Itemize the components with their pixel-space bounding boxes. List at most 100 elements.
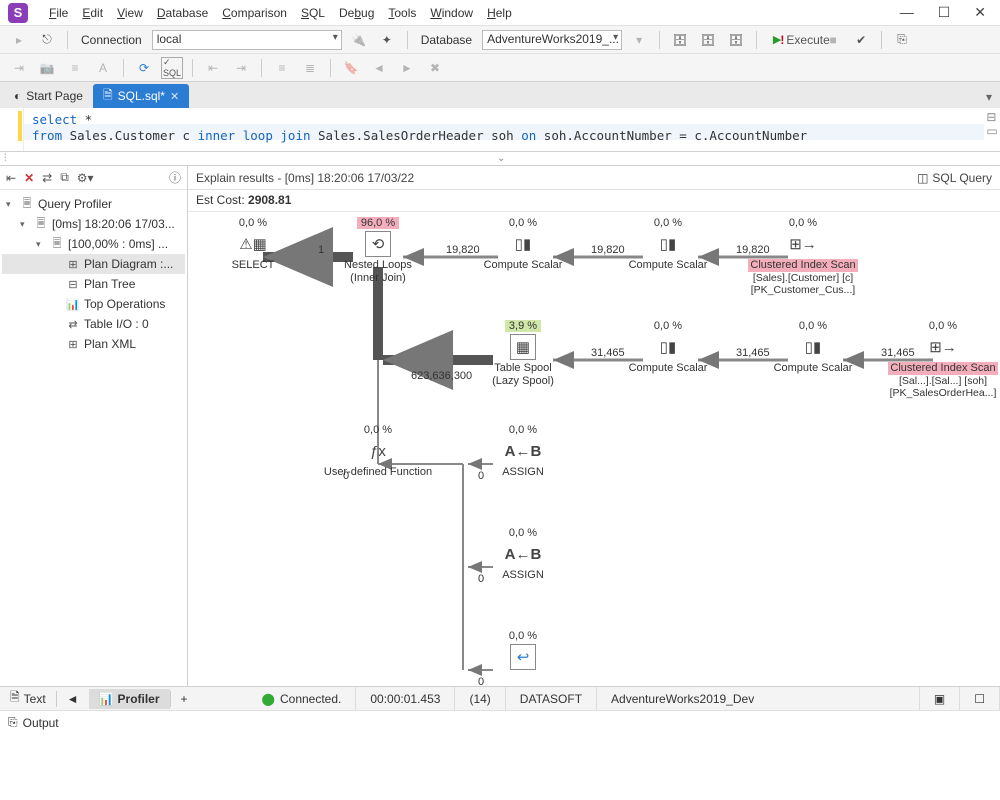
tab-text[interactable]: 🗎Text <box>0 685 56 712</box>
menu-sql[interactable]: SQL <box>294 4 332 22</box>
index-scan-icon: ⊞→ <box>930 334 956 360</box>
plug-icon[interactable]: 🔌 <box>348 29 370 51</box>
menu-help[interactable]: Help <box>480 4 519 22</box>
collapse-icon[interactable]: ⇤ <box>6 171 16 185</box>
menu-file[interactable]: File <box>42 4 75 22</box>
play-icon[interactable]: ▶ <box>766 29 788 51</box>
plan-node-assign-1[interactable]: 0,0 % A←B ASSIGN <box>468 424 578 479</box>
window-minimize-icon[interactable]: — <box>900 4 914 21</box>
assign-icon: A←B <box>510 541 536 567</box>
tool-extra-icon[interactable]: ⎘ <box>891 29 913 51</box>
return-icon: ↩ <box>510 644 536 670</box>
execute-button[interactable]: !Execute <box>794 29 816 51</box>
tab-prev[interactable]: ◄ <box>57 689 89 709</box>
bookmark-clear-icon[interactable]: ✖ <box>424 57 446 79</box>
db-dropdown-icon[interactable]: ▾ <box>628 29 650 51</box>
refresh-icon[interactable]: ⟳ <box>133 57 155 79</box>
plan-node-compute-scalar-1[interactable]: 0,0 % ▯▮ Compute Scalar <box>468 217 578 272</box>
stop-icon[interactable]: ■ <box>822 29 844 51</box>
sql-query-button[interactable]: ◫SQL Query <box>917 171 992 185</box>
delete-icon[interactable]: ✕ <box>24 171 34 185</box>
tree-session[interactable]: ▾🗏[0ms] 18:20:06 17/03... <box>2 214 185 234</box>
plan-canvas[interactable]: 0,0 % ⚠▦ SELECT 1 96,0 % ⟲ Nested Loops … <box>188 212 1000 686</box>
unplug-icon[interactable]: ✦ <box>376 29 398 51</box>
menu-database[interactable]: Database <box>150 4 215 22</box>
new-query-icon[interactable]: ▸ <box>8 29 30 51</box>
indent-icon[interactable]: ⇥ <box>8 57 30 79</box>
menu-window[interactable]: Window <box>423 4 480 22</box>
plan-node-cix-scan-1[interactable]: 0,0 % ⊞→ Clustered Index Scan [Sales].[C… <box>748 217 858 296</box>
camera-icon[interactable]: 📷 <box>36 57 58 79</box>
menu-debug[interactable]: Debug <box>332 4 381 22</box>
tree-plan-tree[interactable]: ⊟Plan Tree <box>2 274 185 294</box>
plan-node-assign-2[interactable]: 0,0 % A←B ASSIGN <box>468 527 578 582</box>
indent2-icon[interactable]: ⇥ <box>230 57 252 79</box>
tree-plan-diagram[interactable]: ⊞Plan Diagram :... <box>2 254 185 274</box>
output-icon: ⎘ <box>8 715 18 730</box>
tab-overflow-icon[interactable]: ▾ <box>978 86 1000 108</box>
plan-node-compute-scalar-4[interactable]: 0,0 % ▯▮ Compute Scalar <box>758 320 868 375</box>
outdent-icon[interactable]: ⇤ <box>202 57 224 79</box>
fold-strip[interactable]: ⊟▭ <box>984 108 1000 151</box>
collapse-up-icon[interactable]: ⌄ <box>497 153 505 164</box>
tree-plan-xml[interactable]: ⊞Plan XML <box>2 334 185 354</box>
plan-node-return[interactable]: 0,0 % ↩ <box>468 630 578 672</box>
open-icon[interactable]: ⎋ <box>36 29 58 51</box>
close-icon[interactable]: ✕ <box>170 90 179 103</box>
sql-check-icon[interactable]: ✓SQL <box>161 57 183 79</box>
db-icon-1[interactable]: 🗄 <box>669 29 691 51</box>
database-combo[interactable]: AdventureWorks2019_... <box>482 30 622 50</box>
align-icon[interactable]: ≡ <box>64 57 86 79</box>
tree-table-io[interactable]: ⇄Table I/O : 0 <box>2 314 185 334</box>
tree-top-ops[interactable]: 📊Top Operations <box>2 294 185 314</box>
tab-start-page[interactable]: ◐ Start Page <box>4 84 93 108</box>
window-close-icon[interactable]: ✕ <box>974 4 986 21</box>
bookmark-prev-icon[interactable]: ◄ <box>368 57 390 79</box>
layout-icon-1[interactable]: ▣ <box>934 692 945 706</box>
profiler-tree[interactable]: ▾🗏Query Profiler ▾🗏[0ms] 18:20:06 17/03.… <box>0 190 187 686</box>
tree-root[interactable]: ▾🗏Query Profiler <box>2 194 185 214</box>
tab-add[interactable]: + <box>171 689 198 709</box>
plan-node-select[interactable]: 0,0 % ⚠▦ SELECT <box>198 217 308 272</box>
compute-scalar-icon: ▯▮ <box>800 334 826 360</box>
bookmark-icon[interactable]: 🔖 <box>340 57 362 79</box>
menu-view[interactable]: View <box>110 4 150 22</box>
menu-edit[interactable]: Edit <box>75 4 110 22</box>
list-icon[interactable]: ≡ <box>271 57 293 79</box>
tab-label: Start Page <box>26 89 83 103</box>
db-icon-2[interactable]: 🗄 <box>697 29 719 51</box>
compare-icon[interactable]: ⇄ <box>42 171 52 185</box>
plan-node-compute-scalar-3[interactable]: 0,0 % ▯▮ Compute Scalar <box>613 320 723 375</box>
database-label: Database <box>421 33 472 47</box>
index-scan-icon: ⊞→ <box>790 231 816 257</box>
tree-run[interactable]: ▾🗏[100,00% : 0ms] ... <box>2 234 185 254</box>
compute-scalar-icon: ▯▮ <box>655 334 681 360</box>
history-icon[interactable]: ⧉ <box>60 170 69 185</box>
plan-node-cix-scan-2[interactable]: 0,0 % ⊞→ Clustered Index Scan [Sal...].[… <box>888 320 998 399</box>
plan-node-compute-scalar-2[interactable]: 0,0 % ▯▮ Compute Scalar <box>613 217 723 272</box>
info-icon[interactable]: ⓘ <box>169 169 181 186</box>
menu-comparison[interactable]: Comparison <box>215 4 294 22</box>
output-bar[interactable]: ⎘ Output <box>0 710 1000 734</box>
plan-node-table-spool[interactable]: 3,9 % ▦ Table Spool (Lazy Spool) <box>468 320 578 388</box>
menu-tools[interactable]: Tools <box>381 4 423 22</box>
nested-loops-icon: ⟲ <box>365 231 391 257</box>
plan-node-nested-loops[interactable]: 96,0 % ⟲ Nested Loops (Inner Join) <box>323 217 433 285</box>
connection-combo[interactable]: local <box>152 30 342 50</box>
db-icon-3[interactable]: 🗄 <box>725 29 747 51</box>
splitter-handle-icon[interactable]: ⫶ <box>4 153 7 164</box>
tab-profiler[interactable]: 📊Profiler <box>89 689 170 709</box>
font-icon[interactable]: A <box>92 57 114 79</box>
window-maximize-icon[interactable]: ☐ <box>938 4 951 21</box>
editor-text[interactable]: select * from Sales.Customer c inner loo… <box>24 108 984 151</box>
bookmark-next-icon[interactable]: ► <box>396 57 418 79</box>
list2-icon[interactable]: ≣ <box>299 57 321 79</box>
profiler-icon: 📊 <box>99 692 114 706</box>
tab-sql-file[interactable]: 🗎 SQL.sql* ✕ <box>93 84 189 108</box>
sql-editor[interactable]: select * from Sales.Customer c inner loo… <box>0 108 1000 152</box>
settings-icon[interactable]: ⚙▾ <box>77 171 94 185</box>
status-connected: Connected. <box>280 692 341 706</box>
commit-icon[interactable]: ✔ <box>850 29 872 51</box>
plan-node-udf[interactable]: 0,0 % ƒx User-defined Function <box>323 424 433 479</box>
layout-icon-2[interactable]: ☐ <box>974 692 985 706</box>
